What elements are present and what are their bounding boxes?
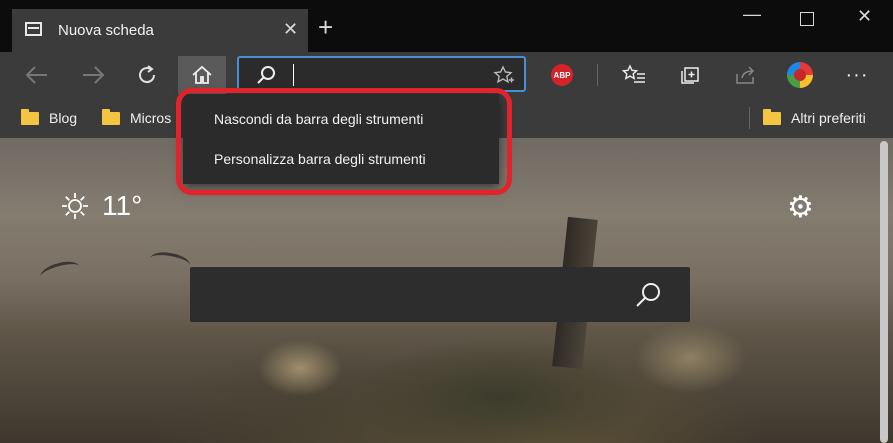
temperature: 11° bbox=[102, 190, 143, 221]
favorites-list-icon bbox=[622, 64, 645, 83]
search-icon[interactable] bbox=[634, 281, 662, 309]
sun-icon bbox=[62, 193, 88, 219]
toolbar-divider bbox=[597, 64, 598, 86]
background-bird bbox=[148, 249, 192, 274]
tab-page-icon bbox=[25, 22, 42, 36]
settings-more-icon[interactable]: ··· bbox=[842, 52, 872, 98]
close-tab-icon[interactable]: ✕ bbox=[283, 19, 298, 40]
tab-nuova-scheda[interactable]: Nuova scheda ✕ bbox=[12, 9, 308, 52]
collections-button[interactable] bbox=[675, 52, 705, 98]
address-bar[interactable] bbox=[237, 56, 526, 92]
title-bar: Nuova scheda ✕ + — ✕ bbox=[0, 0, 893, 52]
background-rocks bbox=[220, 308, 780, 443]
folder-icon bbox=[763, 108, 781, 125]
minimize-button[interactable]: — bbox=[743, 4, 761, 25]
weather-widget[interactable]: 11° bbox=[60, 190, 142, 222]
other-favorites-folder[interactable]: Altri preferiti bbox=[763, 98, 866, 138]
scrollbar[interactable] bbox=[880, 141, 888, 443]
favorites-hub-button[interactable] bbox=[619, 52, 649, 98]
folder-icon bbox=[21, 108, 39, 125]
refresh-icon bbox=[139, 65, 156, 84]
adblock-plus-extension[interactable]: ABP bbox=[551, 64, 573, 86]
background-bird bbox=[38, 258, 82, 285]
favorite-folder-micros[interactable]: Micros bbox=[102, 98, 171, 138]
page-settings-gear-icon[interactable]: ⚙ bbox=[787, 190, 814, 225]
favorites-divider bbox=[749, 107, 750, 129]
profile-avatar[interactable] bbox=[787, 62, 813, 88]
folder-icon bbox=[102, 108, 120, 125]
web-search-box[interactable] bbox=[190, 267, 690, 322]
maximize-button[interactable] bbox=[800, 12, 814, 26]
tab-title: Nuova scheda bbox=[58, 22, 154, 39]
close-window-button[interactable]: ✕ bbox=[857, 6, 872, 27]
forward-button[interactable] bbox=[78, 52, 108, 98]
text-caret bbox=[293, 64, 294, 86]
highlight-annotation-box bbox=[176, 88, 512, 195]
share-button[interactable] bbox=[730, 52, 760, 98]
refresh-button[interactable] bbox=[132, 52, 162, 98]
back-button[interactable] bbox=[22, 52, 52, 98]
forward-arrow-icon bbox=[83, 66, 105, 84]
share-icon bbox=[736, 66, 755, 84]
add-favorite-star-icon[interactable] bbox=[493, 65, 515, 87]
new-tab-button[interactable]: + bbox=[318, 14, 333, 40]
favorite-folder-blog[interactable]: Blog bbox=[21, 98, 77, 138]
back-arrow-icon bbox=[25, 66, 47, 84]
collections-icon bbox=[681, 67, 699, 84]
search-icon bbox=[257, 66, 275, 84]
